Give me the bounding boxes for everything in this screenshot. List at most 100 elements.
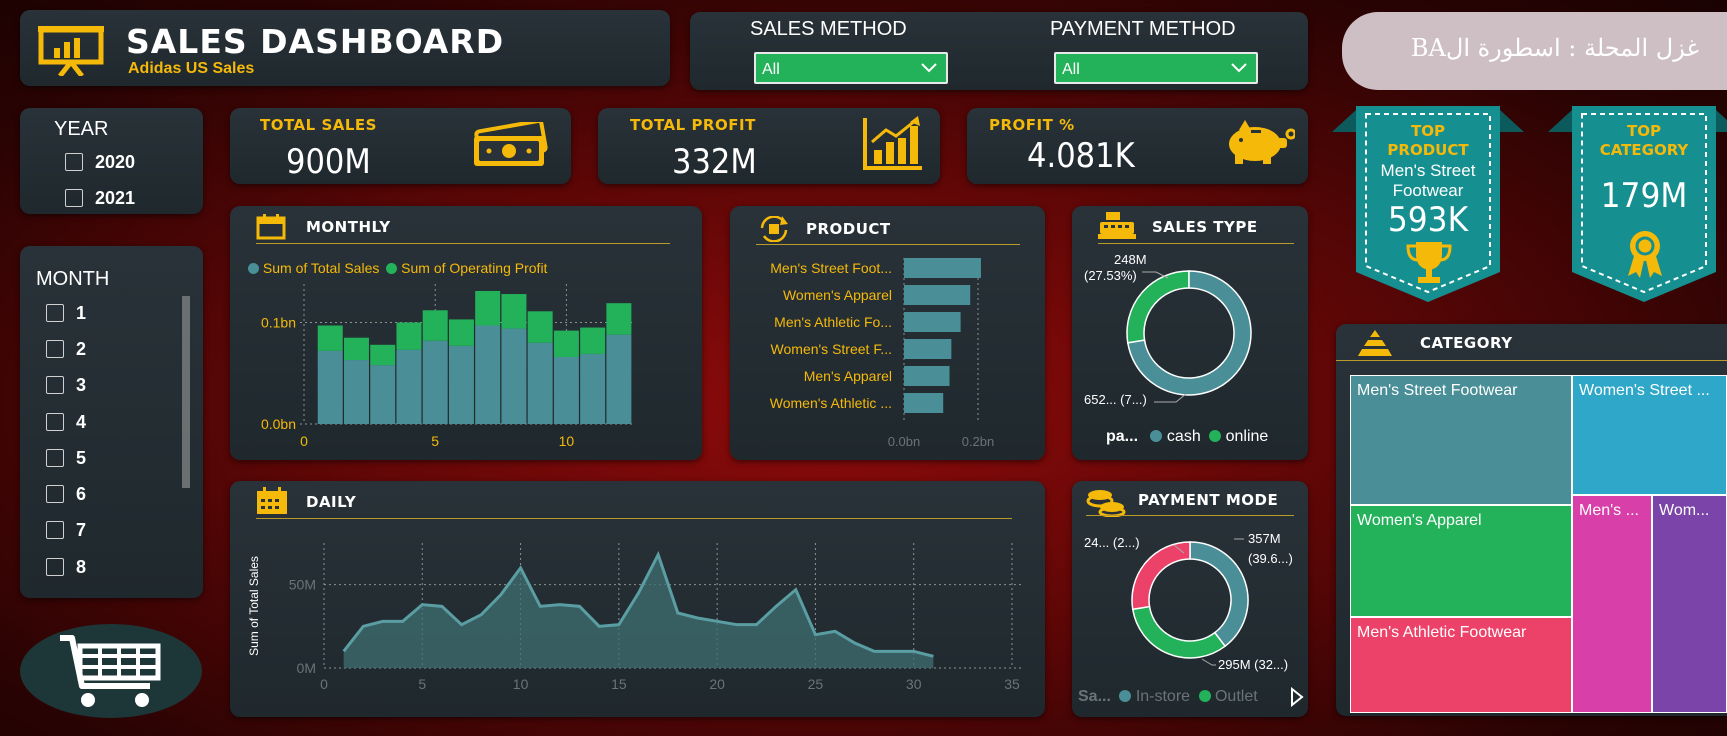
payment-mode-donut (1131, 538, 1249, 666)
kpi-card-profit-percent: PROFIT % 4.081K (967, 108, 1308, 184)
bar-operating-profit (317, 325, 343, 351)
leader-line (1201, 658, 1216, 666)
bar-total-sales (501, 328, 527, 424)
arabic-banner: غزل المحلة : اسطورة الBA (1342, 12, 1727, 90)
trophy-icon (1406, 242, 1452, 283)
x-tick-label: 35 (1004, 676, 1020, 692)
badge-name-1: Men's Street (1380, 161, 1476, 180)
badge-title-2: PRODUCT (1387, 141, 1469, 159)
month-label-1: 1 (76, 303, 87, 323)
year-checkbox-2020[interactable] (65, 153, 83, 171)
badge-value: 179M (1600, 176, 1688, 216)
kpi-card-total-profit: TOTAL PROFIT 332M (598, 108, 940, 184)
kpi-label: PROFIT % (989, 116, 1075, 134)
chevron-down-icon (1231, 63, 1247, 73)
sales-method-label: SALES METHOD (750, 18, 907, 40)
month-checkbox-3[interactable] (46, 376, 64, 394)
chevron-down-icon (921, 63, 937, 73)
year-checkbox-2021[interactable] (65, 189, 83, 207)
month-label-3: 3 (76, 375, 87, 395)
legend-label-outlet: Outlet (1214, 688, 1258, 705)
monthly-bar-chart: 0 5 10 0.0bn 0.1bn (261, 284, 632, 449)
donut-slice (1131, 541, 1191, 611)
treemap-tile-mens-athletic-footwear[interactable]: Men's Athletic Footwear (1350, 617, 1572, 713)
label-percent: (39.6...) (1248, 551, 1293, 566)
bar-total-sales (317, 350, 343, 424)
sales-method-dropdown[interactable]: All (754, 52, 948, 84)
payment-label-outlet: 295M (32...) (1218, 657, 1289, 672)
shopping-cart-icon (60, 635, 161, 707)
month-checkbox-6[interactable] (46, 485, 64, 503)
kpi-value: 4.081K (1027, 136, 1135, 176)
bar-total-sales (343, 360, 369, 424)
treemap-tile-mens-apparel[interactable]: Men's ... (1572, 495, 1652, 713)
top-category-badge: TOP CATEGORY 179M (1548, 106, 1727, 302)
kpi-value: 900M (286, 142, 371, 182)
badge-title-1: TOP (1627, 122, 1661, 140)
bar-product (904, 258, 981, 278)
presentation-chart-icon (38, 26, 104, 76)
bar-product (904, 312, 961, 332)
payment-legend: Sa... In-store Outlet (1078, 688, 1258, 706)
year-slicer: YEAR 2020 2021 (20, 108, 203, 214)
y-category-label: Men's Street Foot... (770, 260, 892, 276)
month-label-5: 5 (76, 448, 87, 468)
month-slicer: MONTH 1 2 3 4 5 6 7 8 (20, 246, 203, 598)
legend-label-cash: cash (1166, 428, 1201, 445)
legend-label-online: online (1225, 428, 1269, 445)
bar-total-sales (422, 340, 448, 424)
label-value: 357M (1248, 531, 1281, 546)
sales-type-label-cash: 652... (7...) (1084, 392, 1147, 407)
header-panel: SALES DASHBOARD Adidas US Sales (20, 10, 670, 86)
y-category-label: Women's Street F... (771, 341, 892, 357)
x-tick-label: 25 (808, 676, 824, 692)
month-checkbox-2[interactable] (46, 340, 64, 358)
payment-label-online: 24... (2...) (1084, 535, 1140, 550)
daily-area-chart: 0 5 10 15 20 25 30 35 0M 50M Sum of Total Sales (247, 543, 1022, 692)
award-ribbon-icon (1628, 231, 1662, 278)
bar-total-sales (370, 365, 396, 424)
y-category-label: Women's Athletic ... (770, 395, 892, 411)
month-label-2: 2 (76, 339, 87, 359)
month-checkbox-1[interactable] (46, 304, 64, 322)
legend-dot-online (1209, 430, 1222, 442)
treemap-tile-womens-street-footwear[interactable]: Women's Street ... (1572, 375, 1727, 495)
x-tick-label: 5 (431, 433, 439, 449)
payment-label-instore: 357M (39.6...) (1248, 529, 1293, 569)
badge-title-1: TOP (1411, 122, 1445, 140)
bar-total-sales (580, 353, 606, 424)
piggy-bank-icon (1229, 120, 1295, 164)
month-scrollbar[interactable] (182, 296, 190, 488)
bar-operating-profit (422, 310, 448, 341)
month-checkbox-7[interactable] (46, 521, 64, 539)
bar-product (904, 285, 971, 305)
pyramid-icon (1358, 330, 1392, 356)
x-tick-label: 30 (906, 676, 922, 692)
month-label-6: 6 (76, 484, 87, 504)
sales-type-legend: pa... cash online (1106, 428, 1268, 446)
year-label-2020: 2020 (95, 152, 136, 172)
category-title: CATEGORY (1420, 334, 1513, 352)
treemap-tile-womens-athletic[interactable]: Wom... (1652, 495, 1727, 713)
cart-button[interactable] (20, 624, 202, 718)
bar-operating-profit (448, 319, 474, 346)
y-tick-label: 50M (289, 577, 316, 593)
y-category-label: Men's Apparel (804, 368, 892, 384)
month-checkbox-5[interactable] (46, 449, 64, 467)
month-checkbox-4[interactable] (46, 413, 64, 431)
payment-method-dropdown[interactable]: All (1054, 52, 1258, 84)
bar-total-sales (448, 345, 474, 424)
treemap-tile-womens-apparel[interactable]: Women's Apparel (1350, 505, 1572, 617)
badge-name-2: Footwear (1392, 181, 1464, 200)
sales-method-value: All (762, 61, 780, 78)
month-checkbox-8[interactable] (46, 558, 64, 576)
legend-next-icon[interactable] (1290, 687, 1304, 707)
bar-total-sales (553, 356, 579, 424)
x-tick-label: 0.0bn (888, 434, 921, 449)
y-axis-label: Sum of Total Sales (247, 556, 261, 656)
sales-type-donut (1126, 270, 1252, 403)
treemap-tile-mens-street-footwear[interactable]: Men's Street Footwear (1350, 375, 1572, 505)
bar-product (904, 393, 944, 413)
legend-dot-cash (1150, 430, 1163, 442)
label-value: 248M (1114, 252, 1147, 267)
